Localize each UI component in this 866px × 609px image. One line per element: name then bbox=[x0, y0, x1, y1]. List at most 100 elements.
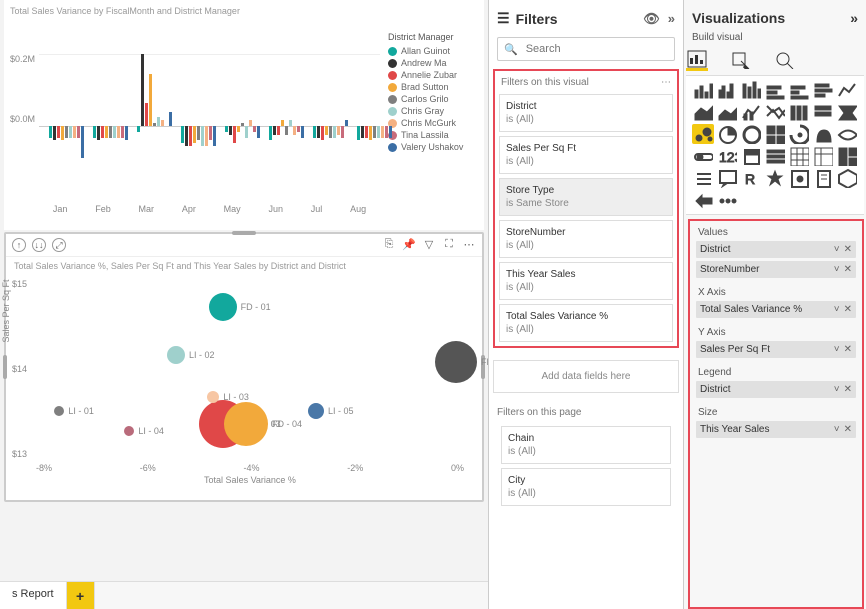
collapse-viz-icon[interactable]: » bbox=[850, 10, 858, 26]
bar[interactable] bbox=[149, 74, 152, 126]
more-icon[interactable]: ⋯ bbox=[462, 238, 476, 250]
remove-field-icon[interactable]: ✕ bbox=[844, 424, 852, 435]
viz-type-icon[interactable] bbox=[812, 124, 834, 144]
viz-type-icon[interactable] bbox=[692, 124, 714, 144]
viz-type-icon[interactable] bbox=[836, 80, 858, 100]
bar[interactable] bbox=[121, 126, 124, 138]
viz-type-icon[interactable] bbox=[716, 80, 738, 100]
collapse-pane-icon[interactable]: » bbox=[668, 11, 675, 27]
viz-type-icon[interactable] bbox=[692, 146, 714, 166]
bubble[interactable] bbox=[207, 391, 219, 403]
filter-card[interactable]: StoreNumberis (All) bbox=[499, 220, 673, 258]
search-input[interactable] bbox=[524, 42, 670, 56]
bar[interactable] bbox=[225, 126, 228, 132]
bar[interactable] bbox=[301, 126, 304, 138]
viz-type-icon[interactable] bbox=[836, 124, 858, 144]
bar[interactable] bbox=[373, 126, 376, 138]
bar[interactable] bbox=[233, 126, 236, 143]
viz-type-icon[interactable] bbox=[716, 190, 738, 210]
viz-type-icon[interactable] bbox=[716, 102, 738, 122]
chevron-down-icon[interactable]: ˅ bbox=[834, 264, 840, 275]
bar[interactable] bbox=[257, 126, 260, 138]
drill-down-icon[interactable]: ↓↓ bbox=[32, 238, 46, 252]
bar[interactable] bbox=[169, 112, 172, 126]
bar[interactable] bbox=[53, 126, 56, 140]
filter-card[interactable]: This Year Salesis (All) bbox=[499, 262, 673, 300]
bubble[interactable] bbox=[167, 346, 185, 364]
filter-icon[interactable]: ▽ bbox=[422, 238, 436, 250]
viz-type-icon[interactable] bbox=[788, 102, 810, 122]
viz-type-icon[interactable] bbox=[764, 124, 786, 144]
viz-type-icon[interactable] bbox=[812, 80, 834, 100]
bar[interactable] bbox=[317, 126, 320, 138]
legend-item[interactable]: Chris Gray bbox=[388, 106, 478, 116]
chevron-down-icon[interactable]: ˅ bbox=[834, 384, 840, 395]
bar[interactable] bbox=[237, 126, 240, 132]
bar[interactable] bbox=[69, 126, 72, 138]
field-well-item[interactable]: District˅✕ bbox=[696, 381, 856, 398]
bar[interactable] bbox=[189, 126, 192, 146]
bar[interactable] bbox=[205, 126, 208, 146]
viz-type-icon[interactable] bbox=[740, 146, 762, 166]
bar[interactable] bbox=[65, 126, 68, 138]
bubble[interactable] bbox=[435, 341, 477, 383]
viz-type-icon[interactable] bbox=[764, 80, 786, 100]
filter-card[interactable]: Total Sales Variance %is (All) bbox=[499, 304, 673, 342]
bar[interactable] bbox=[229, 126, 232, 135]
bar[interactable] bbox=[293, 126, 296, 135]
bar[interactable] bbox=[321, 126, 324, 140]
bar[interactable] bbox=[365, 126, 368, 138]
legend-item[interactable]: Annelie Zubar bbox=[388, 70, 478, 80]
section-more-icon[interactable]: ⋯ bbox=[661, 77, 671, 88]
filter-search[interactable]: 🔍 bbox=[497, 37, 675, 61]
bar[interactable] bbox=[193, 126, 196, 143]
bar[interactable] bbox=[381, 126, 384, 138]
analytics-icon[interactable] bbox=[774, 49, 796, 71]
bar[interactable] bbox=[77, 126, 80, 138]
viz-type-icon[interactable] bbox=[812, 146, 834, 166]
bar[interactable] bbox=[329, 126, 332, 138]
legend-item[interactable]: Chris McGurk bbox=[388, 118, 478, 128]
bar[interactable] bbox=[161, 120, 164, 126]
bar[interactable] bbox=[197, 126, 200, 140]
bar[interactable] bbox=[185, 126, 188, 146]
field-well-item[interactable]: StoreNumber˅✕ bbox=[696, 261, 856, 278]
bar[interactable] bbox=[313, 126, 316, 138]
viz-type-icon[interactable] bbox=[740, 102, 762, 122]
viz-type-icon[interactable] bbox=[740, 124, 762, 144]
field-well-item[interactable]: This Year Sales˅✕ bbox=[696, 421, 856, 438]
add-data-fields[interactable]: Add data fields here bbox=[493, 360, 679, 393]
bar[interactable] bbox=[377, 126, 380, 138]
bar[interactable] bbox=[337, 126, 340, 135]
bar[interactable] bbox=[181, 126, 184, 143]
bar[interactable] bbox=[145, 103, 148, 126]
field-well-item[interactable]: Sales Per Sq Ft˅✕ bbox=[696, 341, 856, 358]
bar[interactable] bbox=[241, 123, 244, 126]
bar[interactable] bbox=[105, 126, 108, 138]
add-page-tab[interactable]: + bbox=[67, 582, 95, 609]
viz-type-icon[interactable] bbox=[788, 124, 810, 144]
bar[interactable] bbox=[389, 126, 392, 138]
viz-type-icon[interactable] bbox=[764, 102, 786, 122]
viz-type-icon[interactable] bbox=[788, 80, 810, 100]
viz-type-icon[interactable] bbox=[788, 146, 810, 166]
legend-item[interactable]: Andrew Ma bbox=[388, 58, 478, 68]
pin-icon[interactable]: 📌 bbox=[402, 238, 416, 250]
clustered-bar-visual[interactable]: Total Sales Variance by FiscalMonth and … bbox=[4, 0, 484, 230]
bar[interactable] bbox=[153, 123, 156, 126]
bar[interactable] bbox=[61, 126, 64, 140]
remove-field-icon[interactable]: ✕ bbox=[844, 344, 852, 355]
format-visual-icon[interactable] bbox=[730, 49, 752, 71]
bar[interactable] bbox=[125, 126, 128, 140]
bubble[interactable] bbox=[54, 406, 64, 416]
viz-type-icon[interactable] bbox=[716, 124, 738, 144]
bar[interactable] bbox=[57, 126, 60, 138]
viz-type-icon[interactable] bbox=[836, 168, 858, 188]
copy-icon[interactable]: ⎘ bbox=[382, 238, 396, 250]
bar[interactable] bbox=[81, 126, 84, 158]
bar[interactable] bbox=[357, 126, 360, 140]
drill-up-icon[interactable]: ↑ bbox=[12, 238, 26, 252]
viz-type-icon[interactable] bbox=[692, 190, 714, 210]
viz-type-icon[interactable] bbox=[764, 146, 786, 166]
viz-type-icon[interactable] bbox=[836, 102, 858, 122]
